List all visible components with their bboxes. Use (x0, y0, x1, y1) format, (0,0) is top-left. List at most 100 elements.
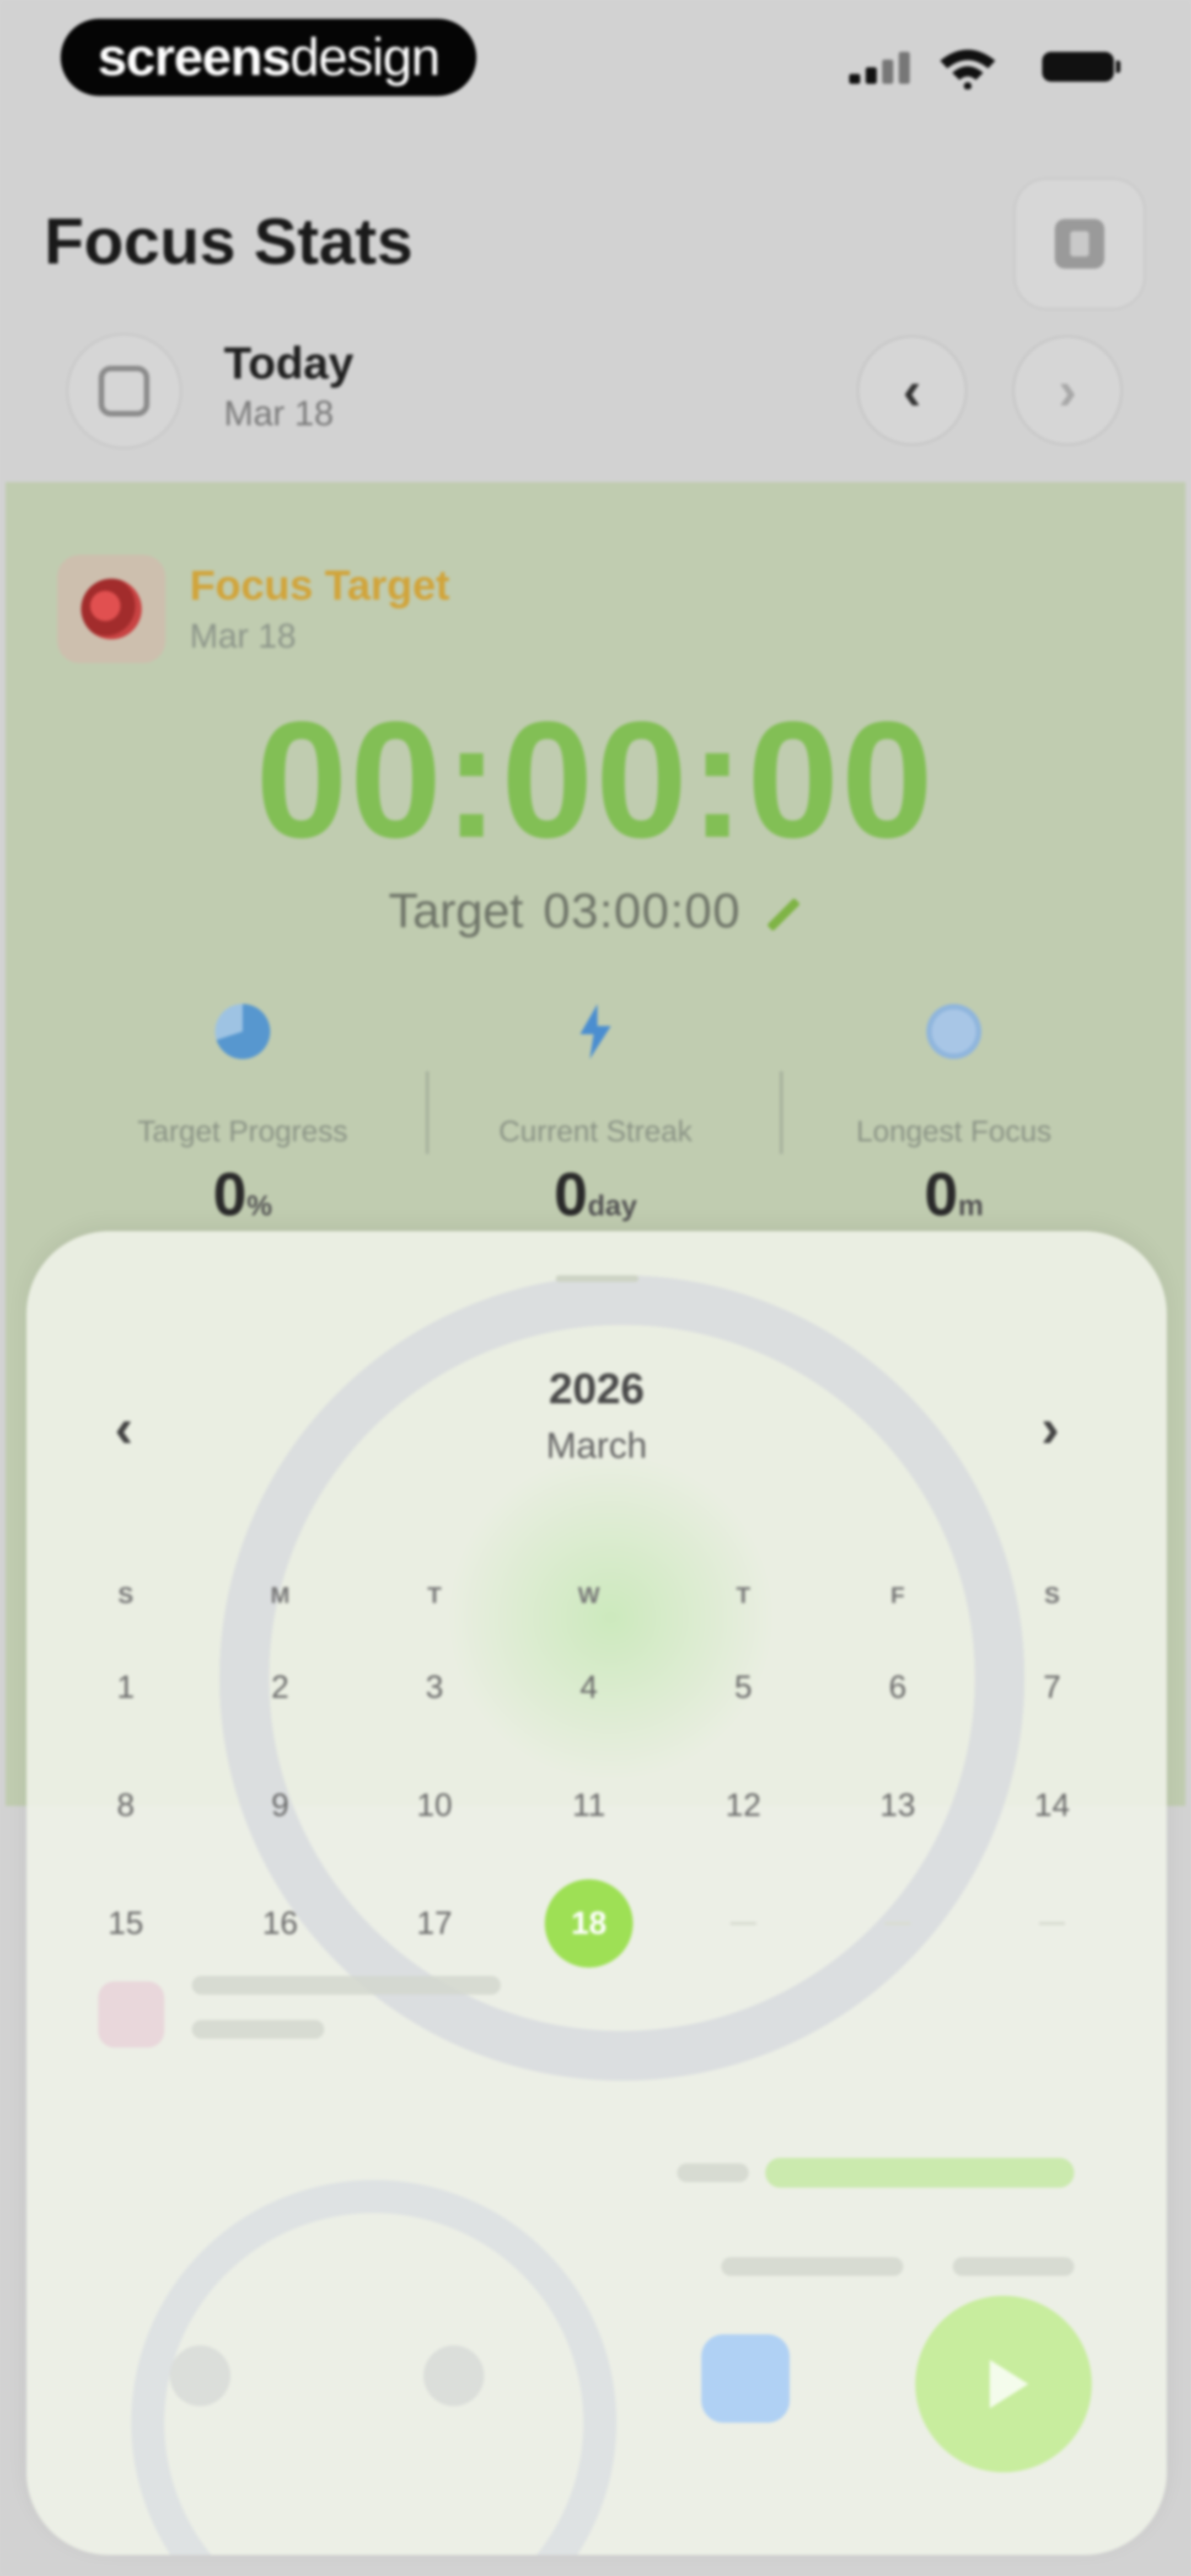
calendar-day-number: 15 (108, 1905, 144, 1941)
focus-target-label: Focus Target (190, 562, 450, 609)
share-icon (1055, 219, 1104, 269)
underlying-goal-icon (98, 1981, 164, 2048)
calendar-day-number: 13 (879, 1787, 916, 1823)
calendar-day[interactable]: 9 (203, 1746, 357, 1864)
underlying-text-line (721, 2257, 903, 2276)
calendar-button[interactable] (66, 333, 182, 449)
calendar-day-number: 11 (572, 1787, 606, 1823)
stat-longest-focus: Longest Focus 0m (777, 1004, 1130, 1230)
calendar-day[interactable]: 11 (512, 1746, 666, 1864)
weekday-label: T (427, 1582, 442, 1608)
calendar-sheet[interactable]: ‹ › 2026 March S M T W T F S 1 2 3 4 5 6 7 8 9 10 11 12 13 1… (26, 1231, 1167, 2555)
calendar-day[interactable]: 8 (49, 1746, 203, 1864)
calendar-day[interactable]: 12 (666, 1746, 820, 1864)
calendar-day[interactable]: 16 (203, 1864, 357, 1982)
focus-timer: 00:00:00 (255, 687, 936, 872)
calendar-day[interactable]: 14 (975, 1746, 1129, 1864)
calendar-day[interactable]: 3 (357, 1628, 512, 1746)
chevron-right-icon: › (1058, 359, 1077, 421)
calendar-day[interactable]: 1 (49, 1628, 203, 1746)
play-icon (915, 2296, 1092, 2472)
calendar-day-number: 2 (271, 1669, 289, 1705)
page-title: Focus Stats (44, 205, 413, 278)
calendar-day-number: 5 (734, 1669, 753, 1705)
weekday-label: F (890, 1582, 905, 1608)
stat-unit: % (246, 1190, 272, 1222)
calendar-day[interactable]: 6 (820, 1628, 975, 1746)
focus-target-date: Mar 18 (190, 617, 296, 655)
calendar-day-number: 6 (888, 1669, 907, 1705)
clock-icon (926, 1004, 981, 1059)
underlying-text-line (192, 2020, 324, 2039)
calendar-day[interactable]: 17 (357, 1864, 512, 1982)
stat-value: 0m (924, 1161, 984, 1228)
calendar-day[interactable]: 13 (820, 1746, 975, 1864)
app-screen: screens design Focus Stats Today Mar 18 ‹… (0, 0, 1191, 2576)
calendar-day-number: 14 (1034, 1787, 1070, 1823)
calendar-day[interactable]: 2 (203, 1628, 357, 1746)
calendar-day-number: 18 (545, 1879, 633, 1968)
calendar-day-number: 9 (271, 1787, 289, 1823)
calendar-day[interactable]: 5 (666, 1628, 820, 1746)
next-day-button[interactable]: › (1012, 335, 1123, 446)
underlying-text-line (953, 2257, 1074, 2276)
edit-pencil-icon[interactable] (766, 897, 800, 932)
calendar-day-number: 4 (580, 1669, 598, 1705)
date-title: Today (224, 338, 354, 388)
stat-value: 0% (213, 1161, 272, 1228)
calendar-day-number: 17 (416, 1905, 453, 1941)
previous-day-button[interactable]: ‹ (857, 335, 967, 446)
battery-icon (1042, 52, 1120, 82)
cellular-signal-icon (849, 51, 910, 84)
date-subtitle: Mar 18 (224, 393, 334, 433)
calendar-day-number: 10 (416, 1787, 453, 1823)
dartboard-icon (81, 579, 142, 639)
calendar-day[interactable]: 10 (357, 1746, 512, 1864)
brand-text-bold: screens (98, 28, 291, 87)
weekday-label: M (270, 1582, 290, 1608)
calendar-day[interactable]: 4 (512, 1628, 666, 1746)
calendar-month: March (546, 1425, 647, 1466)
calendar-day-number: 1 (116, 1669, 135, 1705)
stat-label: Longest Focus (856, 1115, 1052, 1148)
calendar-day-placeholder (820, 1864, 975, 1982)
calendar-day-number: 3 (425, 1669, 444, 1705)
calendar-day[interactable]: 7 (975, 1628, 1129, 1746)
stat-unit: day (587, 1190, 637, 1222)
share-button[interactable] (1013, 178, 1146, 310)
weekday-label: S (117, 1582, 133, 1608)
calendar-day-placeholder (666, 1864, 820, 1982)
wifi-icon (940, 50, 995, 89)
sheet-grabber[interactable] (556, 1275, 639, 1282)
stat-label: Target Progress (137, 1115, 348, 1148)
target-label: Target (388, 883, 524, 938)
calendar-day-number: 12 (725, 1787, 761, 1823)
brand-text-light: design (290, 28, 441, 87)
weekday-label: W (578, 1582, 600, 1608)
weekday-label: S (1044, 1582, 1060, 1608)
focus-target-badge (57, 555, 165, 663)
calendar-day[interactable]: 15 (49, 1864, 203, 1982)
calendar-grid: S M T W T F S 1 2 3 4 5 6 7 8 9 10 11 12 13 14 15 16 17 18 (49, 1562, 1129, 1982)
calendar-day-selected[interactable]: 18 (512, 1864, 666, 1982)
stat-target-progress: Target Progress 0% (66, 1004, 419, 1230)
calendar-year: 2026 (549, 1364, 645, 1413)
weekday-label: T (736, 1582, 750, 1608)
stat-value: 0day (554, 1161, 637, 1228)
underlying-text-line (677, 2163, 749, 2182)
underlying-button (170, 2345, 230, 2406)
calendar-day-placeholder (975, 1864, 1129, 1982)
lightning-icon (580, 1004, 611, 1059)
calendar-day-number: 16 (262, 1905, 298, 1941)
pie-chart-icon (215, 1004, 270, 1059)
calendar-day-number: 8 (116, 1787, 135, 1823)
stat-current-streak: Current Streak 0day (419, 1004, 772, 1230)
underlying-button (423, 2345, 484, 2406)
calendar-icon (99, 366, 149, 416)
target-row: Target 03:00:00 (0, 883, 1191, 939)
underlying-progress-bar (765, 2158, 1074, 2188)
target-value: 03:00:00 (543, 883, 741, 938)
chevron-left-icon: ‹ (903, 359, 921, 421)
brand-watermark: screens design (61, 19, 476, 96)
underlying-blue-button (701, 2334, 790, 2423)
